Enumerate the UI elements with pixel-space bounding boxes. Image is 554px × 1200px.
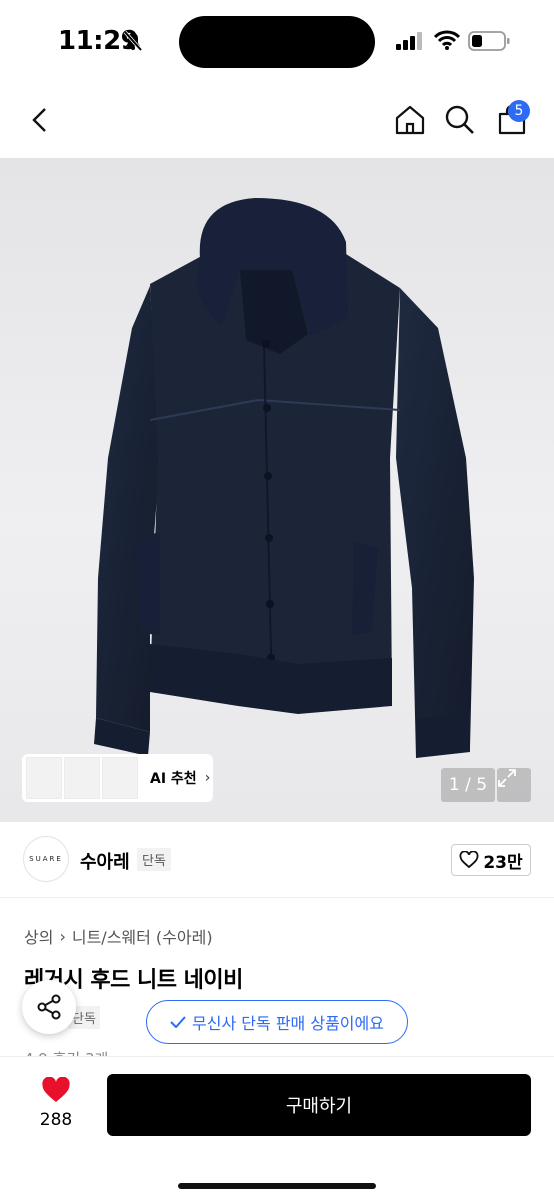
chevron-right-icon: › xyxy=(204,770,211,786)
checkmark-icon xyxy=(170,1016,186,1028)
heart-filled-icon xyxy=(42,1076,70,1102)
wifi-icon xyxy=(434,30,460,50)
back-arrow-icon[interactable] xyxy=(28,106,52,134)
buy-button[interactable]: 구매하기 xyxy=(107,1074,531,1136)
ai-recommend-label: AI 추천 xyxy=(150,771,197,787)
status-bar: 11:29 xyxy=(0,0,554,84)
cellular-signal-icon xyxy=(396,32,422,50)
brand-name[interactable]: 수아레 xyxy=(80,848,130,874)
expand-icon[interactable] xyxy=(497,768,531,802)
recommend-thumbnail xyxy=(64,757,100,799)
bell-muted-icon xyxy=(123,30,143,52)
cart-count-badge: 5 xyxy=(508,100,530,122)
breadcrumb-item[interactable]: 상의 xyxy=(24,924,53,948)
wishlist-count: 288 xyxy=(39,1110,73,1130)
product-image-carousel[interactable]: AI 추천 › 1 / 5 xyxy=(0,158,554,822)
bottom-action-bar: 288 구매하기 xyxy=(0,1056,554,1200)
top-nav xyxy=(0,84,554,158)
brand-like-button[interactable]: 23만 xyxy=(451,844,531,876)
chevron-right-icon: › xyxy=(59,926,66,946)
recommend-thumbnail xyxy=(26,757,62,799)
exclusive-sale-label: 무신사 단독 판매 상품이에요 xyxy=(192,1014,384,1033)
wishlist-button[interactable]: 288 xyxy=(30,1076,82,1130)
image-page-indicator: 1 / 5 xyxy=(441,768,495,802)
recommend-thumbnail xyxy=(102,757,138,799)
home-indicator xyxy=(178,1183,376,1189)
brand-exclusive-tag: 단독 xyxy=(137,848,171,871)
share-icon xyxy=(37,994,61,1020)
brand-logo[interactable]: SUARE xyxy=(23,836,69,882)
brand-like-count: 23만 xyxy=(483,852,523,873)
breadcrumb-item[interactable]: 니트/스웨터 (수아레) xyxy=(72,924,213,948)
exclusive-sale-badge[interactable]: 무신사 단독 판매 상품이에요 xyxy=(146,1000,408,1044)
search-icon[interactable] xyxy=(444,104,476,136)
home-icon[interactable] xyxy=(394,104,426,136)
battery-icon xyxy=(468,31,510,51)
ai-recommendation-button[interactable]: AI 추천 › xyxy=(22,754,213,802)
product-photo xyxy=(94,198,474,758)
dynamic-island xyxy=(179,16,375,68)
breadcrumb: 상의 › 니트/스웨터 (수아레) xyxy=(24,924,213,948)
share-button[interactable] xyxy=(22,980,76,1034)
brand-row[interactable]: SUARE 수아레 단독 23만 xyxy=(0,822,554,898)
heart-outline-icon xyxy=(459,851,479,869)
